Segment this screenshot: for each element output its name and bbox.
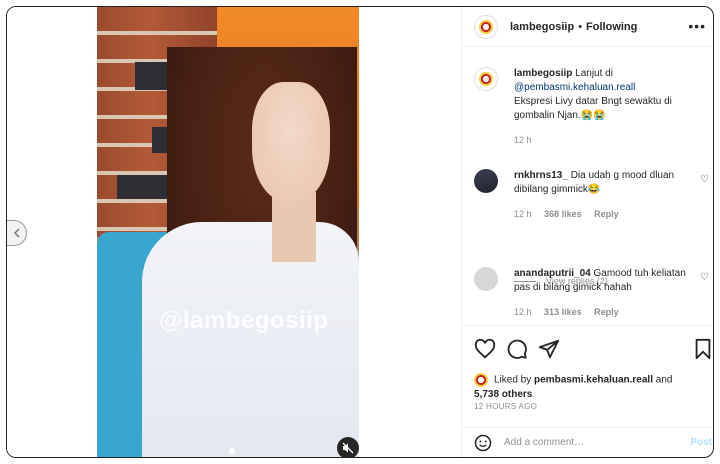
heart-icon[interactable]: ♡ — [700, 272, 709, 283]
avatar[interactable] — [474, 373, 488, 387]
post-button[interactable]: Post — [690, 437, 712, 448]
person-face — [252, 82, 330, 202]
chevron-left-icon — [13, 228, 20, 238]
post-sidebar: lambegosiip • Following ••• lambegosiip … — [461, 7, 714, 457]
share-icon[interactable] — [538, 338, 560, 360]
add-comment-bar: Post — [462, 427, 713, 457]
comment-input[interactable] — [504, 437, 674, 448]
comments-list: lambegosiip Lanjut di @pembasmi.kehaluan… — [462, 53, 713, 325]
comment-username[interactable]: rnkhrns13_ — [514, 170, 568, 181]
comment-icon[interactable] — [506, 338, 528, 360]
person-shirt — [142, 222, 359, 457]
list-item: rnkhrns13_ Dia udah g mood dluan dibilan… — [474, 169, 709, 269]
liked-by-user[interactable]: pembasmi.kehaluan.reall — [534, 375, 653, 386]
video-watermark: @lambegosiip — [159, 307, 329, 334]
emoji-icon[interactable] — [474, 434, 492, 452]
list-item: anandaputrii_04 Gamood tuh keliatan pas … — [474, 267, 709, 325]
post-modal: @lambegosiip lambegosiip • Following •••… — [6, 6, 714, 458]
carousel-dot — [229, 448, 235, 454]
comment-likes[interactable]: 368 likes — [544, 209, 582, 219]
previous-post-button[interactable] — [7, 220, 27, 246]
separator-dot: • — [578, 20, 583, 33]
caption: lambegosiip Lanjut di @pembasmi.kehaluan… — [474, 67, 709, 147]
post-author-username[interactable]: lambegosiip — [510, 21, 574, 33]
caption-mention[interactable]: @pembasmi.kehaluan.reall — [514, 82, 635, 93]
reply-button[interactable]: Reply — [594, 307, 619, 317]
more-options-icon[interactable]: ••• — [688, 19, 706, 33]
heart-icon[interactable]: ♡ — [700, 174, 709, 185]
mute-icon — [342, 442, 354, 454]
comment-username[interactable]: anandaputrii_04 — [514, 268, 591, 279]
mute-button[interactable] — [337, 437, 359, 457]
media-area: @lambegosiip — [7, 7, 461, 457]
avatar[interactable] — [474, 169, 498, 193]
video-player[interactable]: @lambegosiip — [97, 7, 359, 457]
avatar[interactable] — [474, 14, 498, 39]
caption-text-2: Ekspresi Livy datar Bngt sewaktu di gomb… — [514, 96, 672, 121]
liked-by-prefix: Liked by — [494, 374, 532, 386]
post-timestamp[interactable]: 12 HOURS AGO — [474, 402, 537, 411]
avatar[interactable] — [474, 67, 498, 91]
reply-button[interactable]: Reply — [594, 209, 619, 219]
comment-likes[interactable]: 313 likes — [544, 307, 582, 317]
following-button[interactable]: Following — [586, 21, 637, 33]
action-bar — [462, 325, 714, 373]
caption-username[interactable]: lambegosiip — [514, 68, 572, 79]
likes-summary: Liked by pembasmi.kehaluan.reall and 5,7… — [474, 373, 709, 402]
comment-time[interactable]: 12 h — [514, 209, 532, 219]
liked-by-and: and — [655, 374, 673, 386]
bookmark-icon[interactable] — [692, 338, 714, 360]
caption-text: Lanjut di — [575, 68, 613, 79]
heart-icon[interactable] — [474, 338, 496, 360]
avatar[interactable] — [474, 267, 498, 291]
comment-time[interactable]: 12 h — [514, 307, 532, 317]
post-header: lambegosiip • Following ••• — [462, 7, 713, 47]
likes-count[interactable]: 5,738 others — [474, 389, 532, 400]
caption-time[interactable]: 12 h — [514, 135, 532, 145]
